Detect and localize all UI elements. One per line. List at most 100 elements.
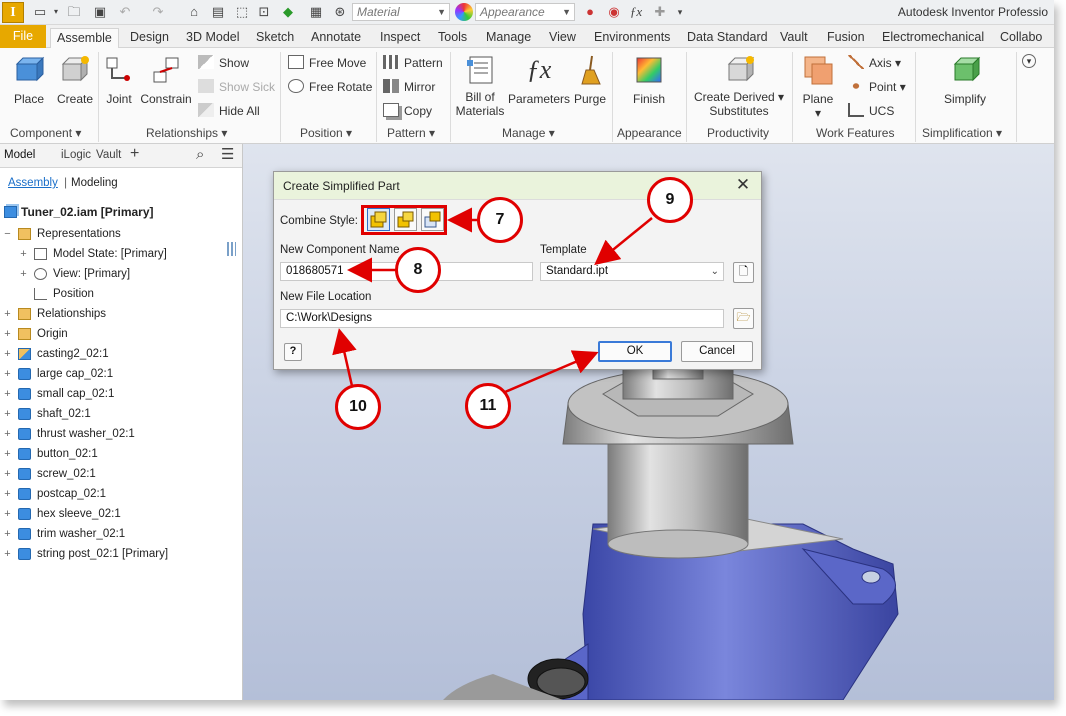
clear-appearance-icon[interactable]: ● [582,4,598,20]
tab-inspect[interactable]: Inspect [380,28,420,48]
component-panel-label[interactable]: Component ▾ [10,126,81,140]
tree-node[interactable]: + button_02:1 [0,444,242,464]
tab-ilogic[interactable]: iLogic [61,149,91,161]
expand-icon[interactable]: + [19,244,28,264]
tree-node[interactable]: + shaft_02:1 [0,404,242,424]
tree-node[interactable]: + screw_02:1 [0,464,242,484]
add-tab-icon[interactable]: + [130,145,139,163]
plane-button[interactable]: Plane ▾ [798,54,838,120]
copy-button[interactable]: Copy [383,103,432,119]
new-file-location-input[interactable]: C:\Work\Designs [280,309,724,328]
tab-assemble[interactable]: Assemble [50,28,119,48]
select-icon[interactable]: ⬚ [234,4,250,20]
free-rotate-button[interactable]: Free Rotate [288,79,372,95]
tab-sketch[interactable]: Sketch [256,28,294,48]
hide-all-button[interactable]: Hide All [198,103,260,119]
tree-node[interactable]: + small cap_02:1 [0,384,242,404]
purge-button[interactable]: Purge [572,54,608,106]
expand-icon[interactable]: + [19,264,28,284]
tree-node[interactable]: + Relationships [0,304,242,324]
relationships-panel-label[interactable]: Relationships ▾ [146,126,227,140]
tree-node[interactable]: + trim washer_02:1 [0,524,242,544]
new-file-icon[interactable]: ▭ [32,4,48,20]
expand-icon[interactable]: + [3,484,12,504]
constrain-button[interactable]: Constrain [140,54,192,106]
tab-annotate[interactable]: Annotate [311,28,361,48]
simplification-panel-label[interactable]: Simplification ▾ [922,126,1002,140]
expand-icon[interactable]: + [3,464,12,484]
bill-of-materials-button[interactable]: Bill of Materials [454,54,506,118]
expand-icon[interactable]: + [3,304,12,324]
tab-vault-browser[interactable]: Vault [96,149,121,161]
tab-environments[interactable]: Environments [594,28,670,48]
projects-icon[interactable]: ▦ [308,4,324,20]
ok-button[interactable]: OK [598,341,672,362]
tree-node[interactable]: + casting2_02:1 [0,344,242,364]
finish-button[interactable]: Finish [626,54,672,106]
adjust-appearance-icon[interactable]: ◉ [606,4,622,20]
tree-node[interactable]: + string post_02:1 [Primary] [0,544,242,564]
modeling-view-link[interactable]: Modeling [71,177,118,189]
tab-data-standard[interactable]: Data Standard [687,28,768,48]
plus-icon[interactable]: ✚ [652,4,668,20]
expand-icon[interactable]: + [3,344,12,364]
mirror-button[interactable]: Mirror [383,79,435,95]
open-folder-icon[interactable]: 🗀 [66,4,82,20]
tree-node[interactable]: Position [0,284,242,304]
tab-file[interactable]: File [0,25,46,48]
free-move-button[interactable]: Free Move [288,55,366,71]
redo-icon[interactable]: ↷ [150,4,166,20]
material-dropdown[interactable]: Material ▼ [352,3,450,21]
tab-electromechanical[interactable]: Electromechanical [882,28,984,48]
simplify-button[interactable]: Simplify [936,54,994,106]
axis-button[interactable]: Axis ▾ [848,55,901,71]
expand-icon[interactable]: + [3,524,12,544]
search-icon[interactable]: ⌕ [196,146,204,163]
joint-button[interactable]: Joint [102,54,136,106]
menu-icon[interactable]: ☰ [221,145,234,163]
tree-node[interactable]: + thrust washer_02:1 [0,424,242,444]
ucs-button[interactable]: UCS [848,103,894,119]
expand-icon[interactable]: + [3,504,12,524]
tree-node[interactable]: + large cap_02:1 [0,364,242,384]
file-location-browse-button[interactable]: 🗁 [733,308,754,329]
tree-node[interactable]: + Origin [0,324,242,344]
tab-view[interactable]: View [549,28,576,48]
tree-node[interactable]: Tuner_02.iam [Primary] [0,202,242,224]
expand-icon[interactable]: + [3,424,12,444]
cancel-button[interactable]: Cancel [681,341,753,362]
tree-node[interactable]: + Model State: [Primary] [0,244,242,264]
parameters-button[interactable]: ƒx Parameters [508,54,570,106]
create-derived-substitutes-button[interactable]: Create Derived ▾ Substitutes [692,54,786,118]
save-icon[interactable]: ▣ [92,4,108,20]
create-button[interactable]: Create [54,54,96,106]
pattern-panel-label[interactable]: Pattern ▾ [387,126,435,140]
undo-icon[interactable]: ↶ [117,4,133,20]
tree-node[interactable]: + postcap_02:1 [0,484,242,504]
show-sick-button[interactable]: Show Sick [198,79,275,95]
tab-vault[interactable]: Vault [780,28,808,48]
appearance-sphere-icon[interactable] [455,3,473,21]
expand-icon[interactable]: + [3,324,12,344]
app-logo-icon[interactable]: I [2,2,24,23]
point-button[interactable]: Point ▾ [848,79,906,95]
template-browse-button[interactable]: 🗋 [733,262,754,283]
close-icon[interactable]: ✕ [733,175,753,195]
tab-collabo[interactable]: Collabo [1000,28,1042,48]
customize-icon[interactable]: ▾ [672,4,688,20]
color-icon[interactable]: ◆ [280,4,296,20]
tree-node[interactable]: + View: [Primary] [0,264,242,284]
tree-node[interactable]: + hex sleeve_02:1 [0,504,242,524]
place-button[interactable]: Place [8,54,50,106]
update-icon[interactable]: ▤ [210,4,226,20]
expand-icon[interactable]: + [3,364,12,384]
tab-model[interactable]: Model [4,149,35,161]
tab-fusion[interactable]: Fusion [827,28,865,48]
expand-icon[interactable]: + [3,444,12,464]
tab-design[interactable]: Design [130,28,169,48]
help-button[interactable]: ? [284,343,302,361]
collapse-icon[interactable]: − [3,224,12,244]
expand-icon[interactable]: + [3,544,12,564]
assembly-view-link[interactable]: Assembly [8,177,58,189]
chevron-down-icon[interactable]: ▾ [48,4,64,20]
